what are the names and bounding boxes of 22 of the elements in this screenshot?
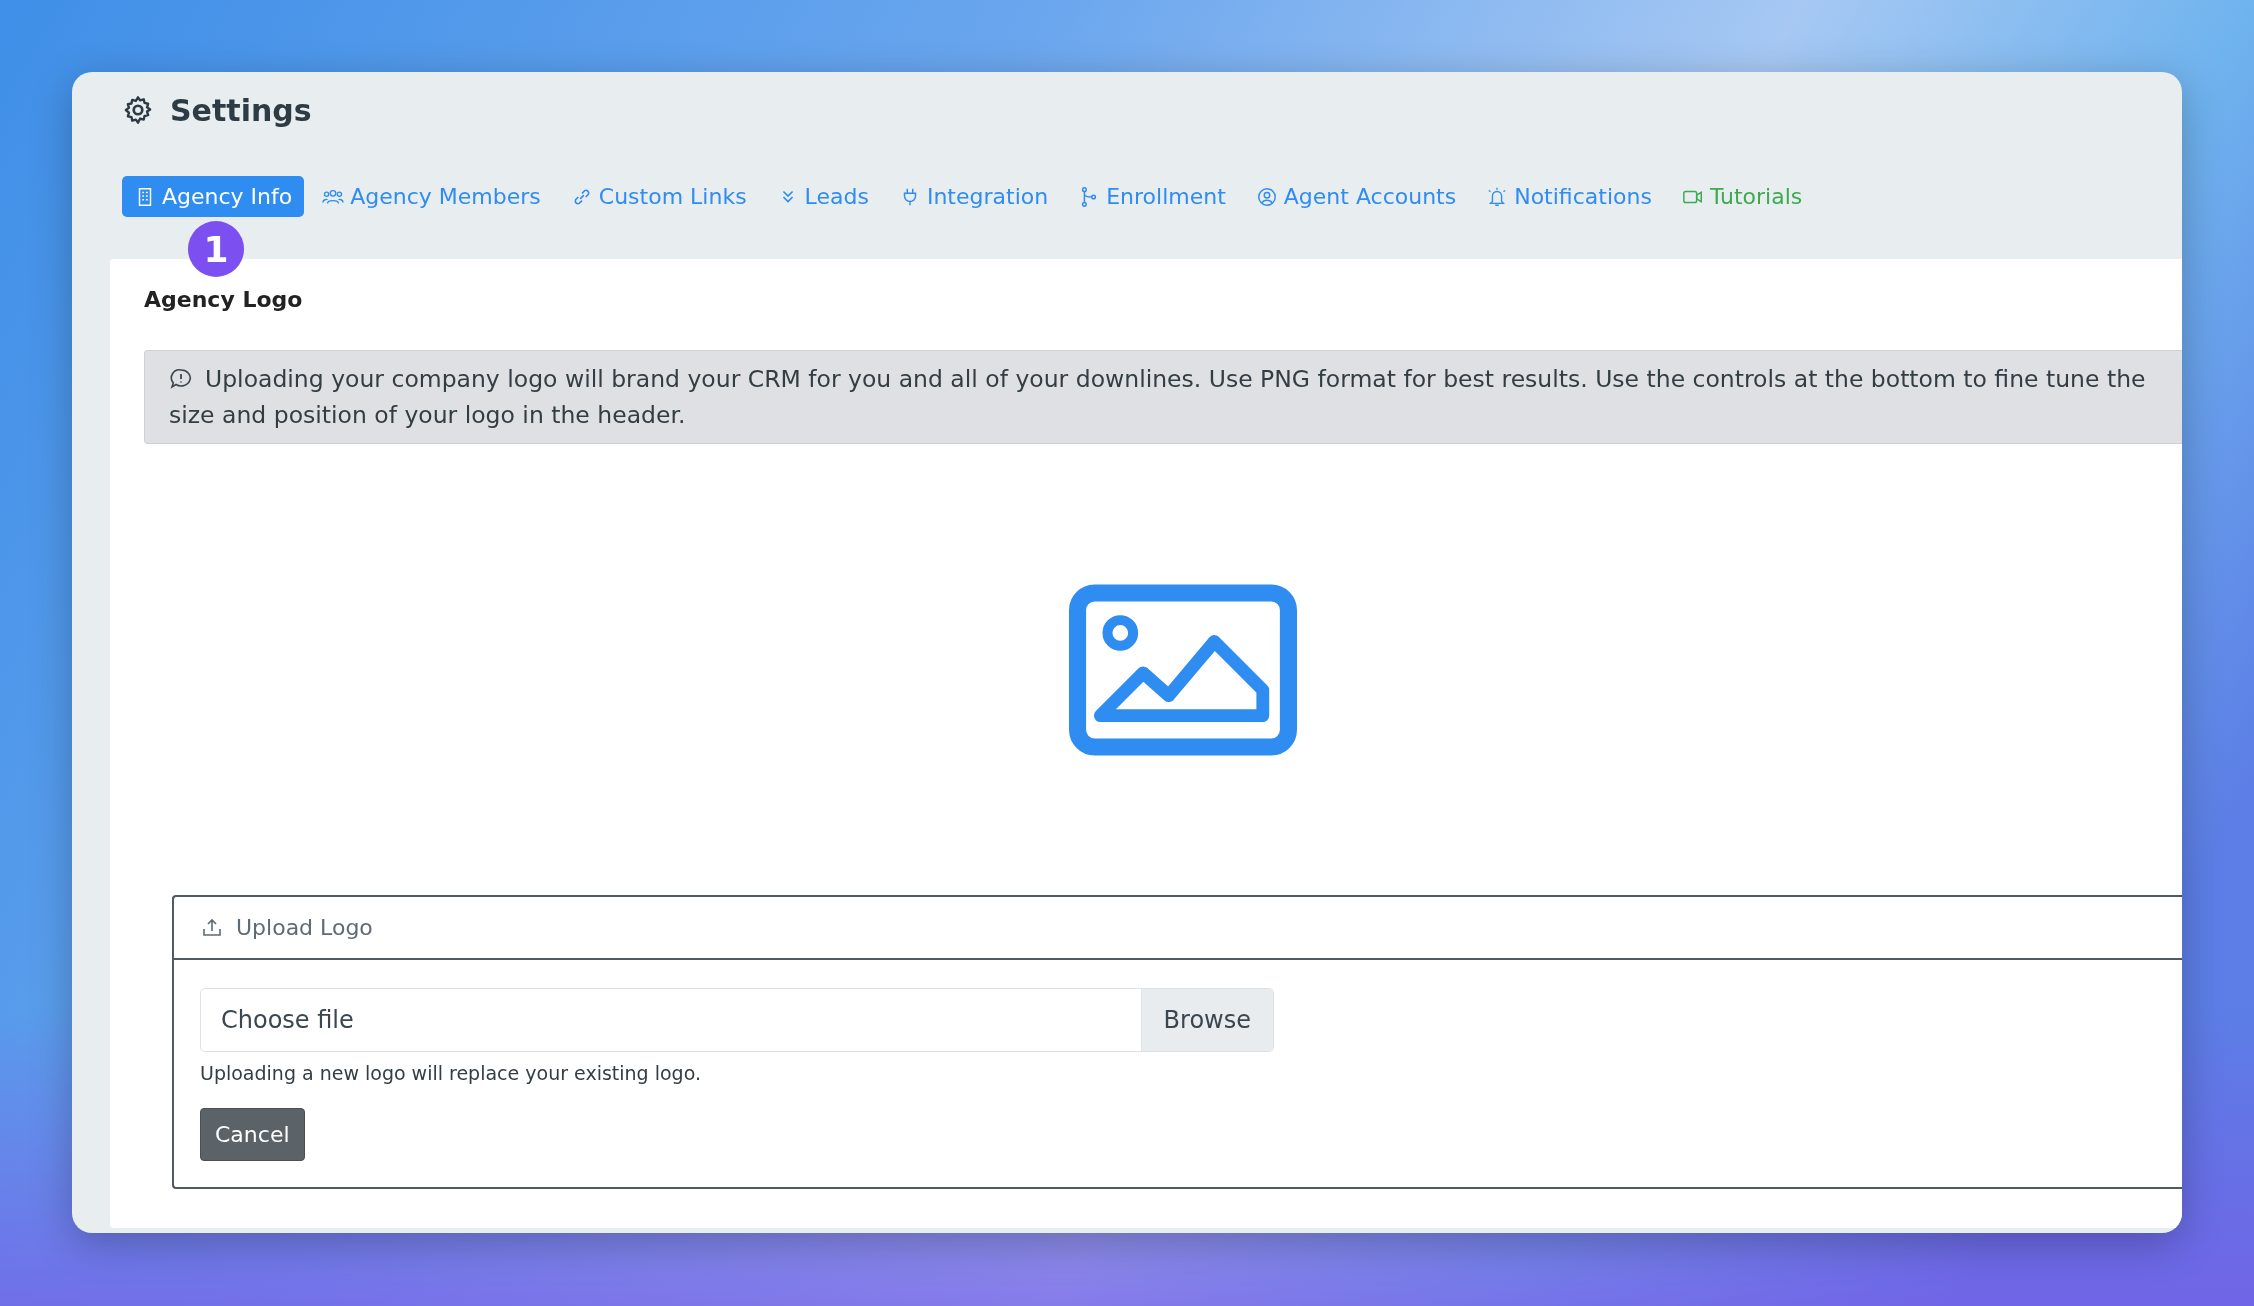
tab[interactable]: Leads — [764, 176, 881, 217]
tab[interactable]: Agency Members — [310, 176, 553, 217]
tab[interactable]: Notifications — [1474, 176, 1664, 217]
browse-button[interactable]: Browse — [1140, 989, 1273, 1051]
file-input[interactable]: Choose file Browse — [200, 988, 1274, 1052]
page-title: Settings — [170, 92, 312, 128]
image-placeholder-icon — [1069, 583, 1297, 756]
tab[interactable]: Tutorials — [1669, 176, 1815, 217]
step-badge: 1 — [188, 221, 244, 277]
help-text: Uploading a new logo will replace your existing logo. — [200, 1062, 702, 1084]
tab[interactable]: Agency Info — [122, 176, 305, 217]
settings-icon — [122, 94, 154, 126]
user-icon — [1255, 185, 1278, 208]
tab[interactable]: Integration — [886, 176, 1061, 217]
card-title: Upload Logo — [236, 915, 373, 940]
tab[interactable]: Agent Accounts — [1243, 176, 1469, 217]
speech-bubble-icon — [169, 367, 193, 391]
cancel-button[interactable]: Cancel — [200, 1108, 305, 1161]
tab[interactable]: Custom Links — [558, 176, 759, 217]
tab[interactable]: Enrollment — [1066, 176, 1238, 217]
info-notice: Uploading your company logo will brand your CRM for you and all of your downlines. Use PNG format for best results. Use the controls at the bottom to fine tune the size and position of your logo in the header. — [144, 350, 2182, 444]
section-title: Agency Logo — [144, 287, 303, 312]
